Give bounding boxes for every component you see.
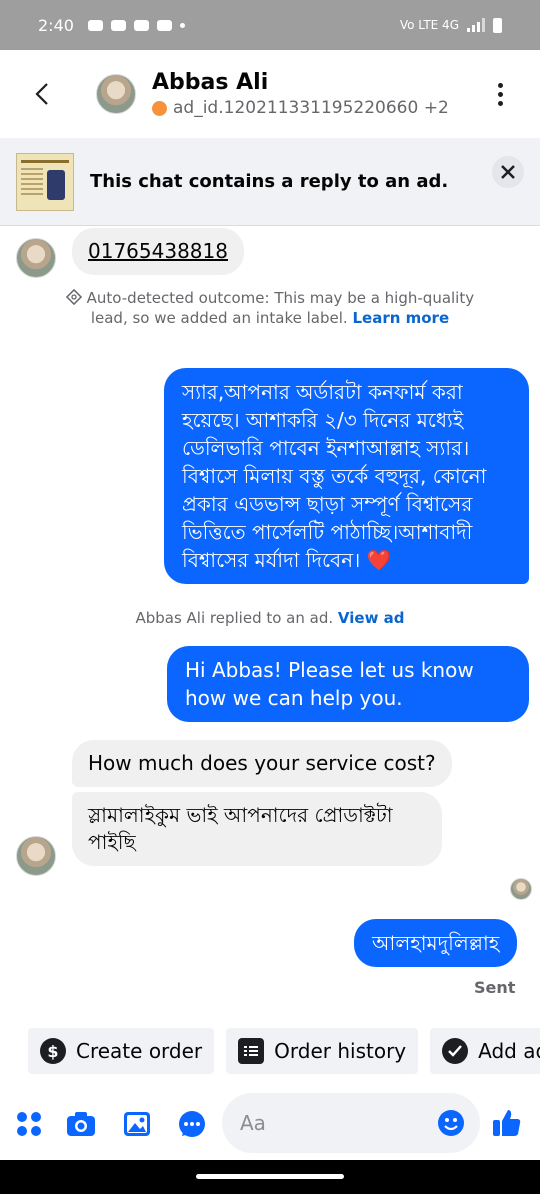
message-composer: [0, 1088, 540, 1160]
sender-avatar[interactable]: [16, 836, 56, 876]
contact-subtitle: ad_id.120211331195220660 +2: [173, 98, 449, 118]
apps-button[interactable]: [14, 1109, 44, 1139]
ad-reply-note: Abbas Ali replied to an ad. View ad: [135, 609, 405, 627]
message-bubble-greeting[interactable]: Hi Abbas! Please let us know how we can …: [167, 646, 529, 722]
ad-thumbnail[interactable]: [16, 152, 74, 211]
home-gesture-handle[interactable]: [196, 1174, 344, 1179]
battery-icon: [493, 17, 502, 33]
close-banner-button[interactable]: [492, 155, 524, 188]
banner-text: This chat contains a reply to an ad.: [90, 171, 449, 192]
sender-avatar[interactable]: [16, 238, 56, 278]
contact-info[interactable]: Abbas Ali ad_id.120211331195220660 +2: [152, 69, 449, 119]
image-icon: [124, 1112, 150, 1136]
contact-name: Abbas Ali: [152, 70, 269, 95]
phone-number-link[interactable]: 01765438818: [88, 239, 228, 263]
back-button[interactable]: [22, 74, 62, 114]
chat-header: Abbas Ali ad_id.120211331195220660 +2: [0, 50, 540, 138]
gallery-button[interactable]: [122, 1109, 152, 1139]
sent-status: Sent: [474, 978, 516, 997]
message-input-wrapper: [222, 1093, 480, 1153]
message-bubble-bengali-reply[interactable]: স্লামালাইকুম ভাই আপনাদের প্রোডাক্টটা পাই…: [72, 792, 442, 866]
message-bubble-order-confirmation[interactable]: স্যার,আপনার অর্ডারটা কনফার্ম করা হয়েছে।…: [164, 368, 529, 584]
view-ad-link[interactable]: View ad: [338, 609, 405, 627]
seen-receipt-avatar: [510, 878, 532, 900]
status-dot-icon: [152, 100, 167, 116]
close-icon: [501, 164, 515, 179]
add-ad-button[interactable]: Add ad: [430, 1028, 540, 1074]
saved-replies-button[interactable]: [177, 1109, 207, 1139]
learn-more-link[interactable]: Learn more: [352, 309, 449, 327]
message-input[interactable]: [238, 1110, 422, 1136]
thumbs-up-icon: [493, 1110, 521, 1136]
message-bubble-phone[interactable]: 01765438818: [72, 228, 244, 275]
emoji-button[interactable]: [436, 1108, 466, 1138]
message-bubble-alhamdulillah[interactable]: আলহামদুলিল্লাহ: [354, 919, 518, 967]
ad-reply-banner: This chat contains a reply to an ad.: [0, 138, 540, 226]
auto-detected-note: Auto-detected outcome: This may be a hig…: [60, 288, 480, 328]
contact-avatar[interactable]: [96, 74, 136, 114]
youtube-icon: [133, 19, 149, 31]
network-indicator: Vo LTE 4G: [399, 18, 459, 32]
chat-notification-icon: [87, 19, 103, 31]
status-time: 2:40: [38, 15, 74, 35]
youtube-icon-2: [156, 19, 172, 31]
check-circle-icon: [442, 1038, 469, 1064]
message-list: 01765438818 Auto-detected outcome: This …: [0, 226, 540, 1016]
camera-icon: [67, 1112, 95, 1136]
chevron-left-icon: [35, 83, 48, 105]
system-navigation-bar: [0, 1160, 540, 1194]
more-options-button[interactable]: [488, 74, 512, 114]
dollar-icon: $: [40, 1038, 66, 1064]
order-history-button[interactable]: Order history: [226, 1028, 419, 1074]
signal-icon: [467, 18, 485, 32]
like-button[interactable]: [492, 1108, 522, 1138]
chat-bubble-icon: [179, 1111, 205, 1137]
create-order-button[interactable]: $ Create order: [28, 1028, 215, 1074]
label-icon: [65, 288, 83, 306]
emoji-icon: [438, 1110, 464, 1136]
link-notification-icon: [110, 19, 126, 31]
message-bubble-question[interactable]: How much does your service cost?: [72, 740, 452, 787]
list-icon: [238, 1038, 265, 1064]
grid-icon: [17, 1112, 41, 1136]
quick-actions-bar: $ Create order Order history Add ad: [0, 1028, 540, 1076]
more-notifications-icon: [179, 22, 185, 28]
status-bar: 2:40 Vo LTE 4G: [0, 0, 540, 50]
camera-button[interactable]: [66, 1109, 96, 1139]
